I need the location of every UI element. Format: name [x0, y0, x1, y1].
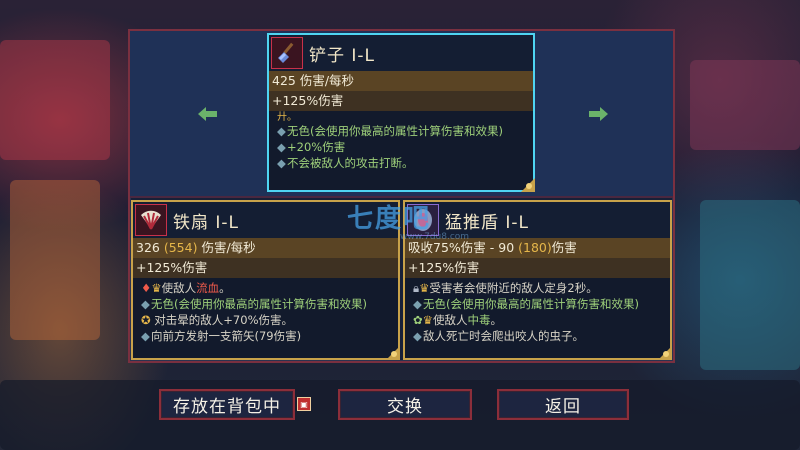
back-button[interactable]: 返回 [497, 389, 629, 420]
iron-fan-icon [135, 204, 167, 236]
shovel-icon [271, 37, 303, 69]
item-title: 猛推盾 I-L [445, 212, 530, 233]
watermark-url: www.7du8.com [400, 232, 470, 242]
poison-icon: ✿ [413, 313, 423, 327]
card-description: 廾。 ◆无色(会使用你最高的属性计算伤害和效果) ◆+20%伤害 ◆不会被敌人的… [269, 111, 533, 190]
crown-icon: ♛ [422, 313, 433, 327]
partial-line: 廾。 [277, 112, 297, 123]
bullet-icon: ◆ [277, 124, 286, 138]
damage-bonus: +125%伤害 [133, 258, 398, 278]
swap-button[interactable]: 交换 [338, 389, 472, 420]
desc-line: ◆无色(会使用你最高的属性计算伤害和效果) [413, 297, 639, 311]
bullet-icon: ◆ [413, 329, 422, 343]
dps-stat: 425 伤害/每秒 [269, 71, 533, 91]
top-item-card[interactable]: 铲子 I-L 425 伤害/每秒 +125%伤害 廾。 ◆无色(会使用你最高的属… [267, 33, 535, 192]
desc-line: ◆+20%伤害 [277, 140, 346, 154]
desc-line: ◆无色(会使用你最高的属性计算伤害和效果) [277, 124, 503, 138]
desc-line: ◆无色(会使用你最高的属性计算伤害和效果) [141, 297, 367, 311]
corner-ornament-icon [658, 346, 672, 360]
desc-line: ◆不会被敌人的攻击打断。 [277, 156, 414, 170]
crown-icon: ♛ [151, 281, 162, 295]
desc-line: 🔒︎♛受害者会使附近的敌人定身2秒。 [413, 281, 598, 295]
desc-line: ✪ 对击晕的敌人+70%伤害。 [141, 313, 293, 327]
arrow-left-icon[interactable] [198, 106, 218, 122]
item-title: 铁扇 I-L [173, 212, 240, 233]
store-in-backpack-button[interactable]: 存放在背包中 [159, 389, 295, 420]
item-title: 铲子 I-L [309, 45, 376, 66]
bullet-icon: ◆ [413, 297, 422, 311]
dps-stat: 326 (554) 伤害/每秒 [133, 238, 398, 258]
desc-line: ◆向前方发射一支箭矢(79伤害) [141, 329, 302, 343]
crown-icon: ♛ [419, 281, 430, 295]
right-item-card[interactable]: 猛推盾 I-L 吸收75%伤害 - 90 (180)伤害 +125%伤害 🔒︎♛… [403, 200, 672, 360]
desc-line: ◆敌人死亡时会爬出咬人的虫子。 [413, 329, 584, 343]
blood-drop-icon: ♦ [141, 281, 152, 295]
damage-bonus: +125%伤害 [405, 258, 670, 278]
bullet-icon: ◆ [277, 140, 286, 154]
desc-line: ✿♛使敌人中毒。 [413, 313, 502, 327]
controller-button-icon: ▣ [297, 397, 311, 411]
bullet-icon: ◆ [277, 156, 286, 170]
card-header: 铲子 I-L [269, 35, 533, 71]
corner-ornament-icon [386, 346, 400, 360]
corner-ornament-icon [521, 178, 535, 192]
card-description: 🔒︎♛受害者会使附近的敌人定身2秒。 ◆无色(会使用你最高的属性计算伤害和效果)… [405, 278, 670, 358]
arrow-right-icon[interactable] [588, 106, 608, 122]
bullet-icon: ◆ [141, 329, 150, 343]
bullet-icon: ◆ [141, 297, 150, 311]
watermark: 七度吧 [347, 204, 432, 234]
card-description: ♦♛使敌人流血。 ◆无色(会使用你最高的属性计算伤害和效果) ✪ 对击晕的敌人+… [133, 278, 398, 358]
stun-icon: ✪ [141, 313, 151, 327]
damage-bonus: +125%伤害 [269, 91, 533, 111]
desc-line: ♦♛使敌人流血。 [141, 281, 231, 295]
